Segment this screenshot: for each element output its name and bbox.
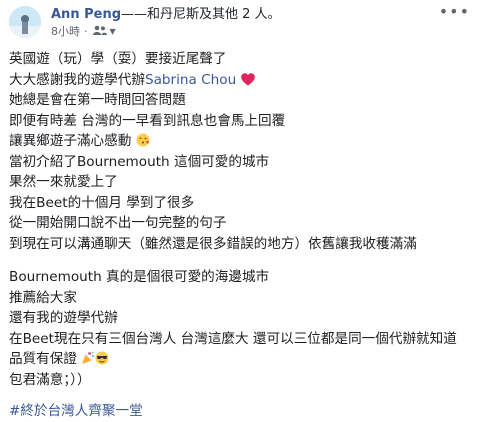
facebook-post: Ann Peng——和丹尼斯及其他 2 人。 8小時 · ▼ ••• 英國遊（玩… — [0, 0, 480, 419]
post-line: 她總是會在第一時間回答問題 — [9, 92, 186, 108]
separator-dot: · — [84, 25, 88, 38]
author-line: Ann Peng——和丹尼斯及其他 2 人。 — [51, 6, 281, 23]
hashtag-link[interactable]: #終於台灣人齊聚一堂 — [9, 401, 475, 422]
tagged-people[interactable]: ——和丹尼斯及其他 2 人。 — [121, 7, 281, 22]
post-line: 當初介紹了Bournemouth 這個可愛的城市 — [9, 153, 270, 170]
post-line: 包君滿意；）） — [9, 371, 91, 388]
tagged-user-link[interactable]: Sabrina Chou — [145, 72, 236, 88]
post-header: Ann Peng——和丹尼斯及其他 2 人。 8小時 · ▼ ••• — [0, 0, 480, 44]
author-name[interactable]: Ann Peng — [51, 7, 121, 22]
post-meta: 8小時 · ▼ — [51, 25, 116, 39]
post-line: 我在Beet的十個月 學到了很多 — [9, 194, 195, 211]
red-heart-emoji-icon — [240, 72, 255, 88]
post-line: 還有我的遊學代辦 — [9, 310, 118, 326]
post-line: 在Beet現在只有三個台灣人 台灣這麼大 還可以三位都是同一個代辦就知道 — [9, 330, 457, 347]
more-options-icon[interactable]: ••• — [439, 2, 470, 21]
post-content: 英國遊（玩）學（耍）要接近尾聲了 大大感謝我的遊學代辦Sabrina Chou … — [9, 49, 475, 422]
post-time[interactable]: 8小時 — [51, 25, 80, 39]
post-line: 大大感謝我的遊學代辦Sabrina Chou — [9, 70, 475, 91]
chevron-down-icon[interactable]: ▼ — [110, 25, 116, 39]
post-line: 英國遊（玩）學（耍）要接近尾聲了 — [9, 51, 227, 67]
post-line: 推薦給大家 — [9, 289, 77, 306]
smiling-face-with-sunglasses-emoji-icon — [95, 351, 109, 367]
avatar[interactable] — [9, 6, 41, 38]
post-line: 從一開始開口說不出一句完整的句子 — [9, 215, 227, 231]
face-blowing-kiss-emoji-icon — [136, 133, 150, 149]
post-line: 即便有時差 台灣的一早看到訊息也會馬上回覆 — [9, 112, 286, 129]
post-text: 大大感謝我的遊學代辦 — [9, 71, 145, 88]
post-line: 讓異鄉遊子滿心感動 — [9, 131, 475, 152]
friends-audience-icon[interactable] — [92, 25, 108, 39]
post-line: 果然一來就愛上了 — [9, 174, 118, 190]
post-text: 品質有保證 — [9, 351, 77, 367]
post-line: Bournemouth 真的是個很可愛的海邊城市 — [9, 269, 270, 285]
party-popper-emoji-icon — [81, 351, 95, 367]
post-line: 品質有保證 — [9, 349, 475, 370]
post-text: 讓異鄉遊子滿心感動 — [9, 133, 132, 149]
post-line: 到現在可以溝通聊天（雖然還是很多錯誤的地方）依舊讓我收穫滿滿 — [9, 235, 417, 252]
